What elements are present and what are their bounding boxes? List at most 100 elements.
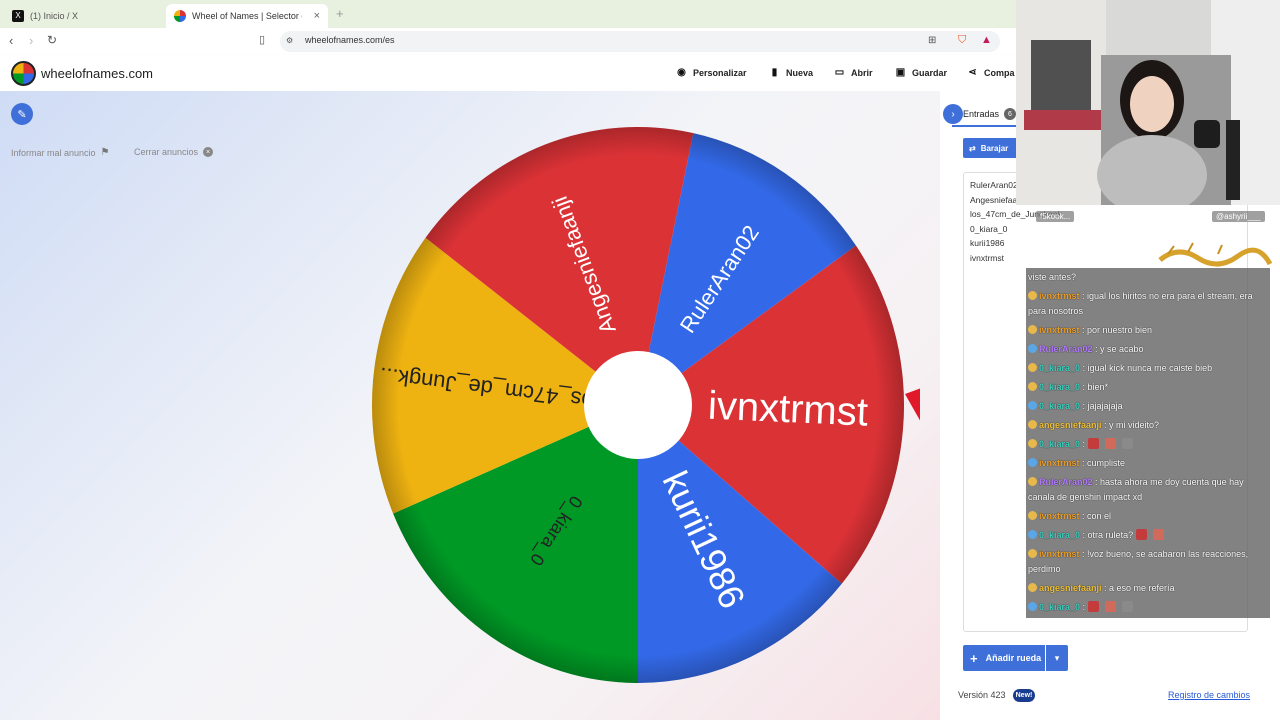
- flag-icon: ⚑: [100, 147, 110, 158]
- chat-emote-icon: [1153, 529, 1165, 540]
- site-info-icon[interactable]: ⚙: [286, 36, 293, 45]
- chat-text: :: [1080, 602, 1086, 612]
- customize-button[interactable]: ◉ Personalizar: [676, 67, 746, 78]
- collapse-panel-button[interactable]: ›: [943, 104, 963, 124]
- chevron-down-icon: ▾: [1054, 652, 1060, 663]
- add-wheel-button[interactable]: + Añadir rueda: [963, 645, 1045, 671]
- chat-emote-icon: [1088, 601, 1100, 612]
- back-icon[interactable]: ‹: [9, 33, 13, 48]
- shuffle-button[interactable]: ⇄ Barajar: [963, 138, 1017, 158]
- chat-text: : jajajajaja: [1080, 401, 1123, 411]
- brand-title[interactable]: wheelofnames.com: [41, 66, 153, 81]
- chat-username: RulerAran02: [1039, 344, 1093, 354]
- translate-icon[interactable]: ⊞: [928, 35, 936, 46]
- chat-badge-icon: [1028, 549, 1037, 558]
- entry-line: kurii1986: [970, 238, 1005, 248]
- x-logo-icon: X: [12, 10, 24, 22]
- brave-shield-icon[interactable]: ⛉: [958, 34, 966, 47]
- name-wheel[interactable]: ivnxtrmstkurii19860_kiara_0los_47cm_de_J…: [360, 118, 920, 693]
- close-tab-icon[interactable]: ×: [314, 10, 320, 22]
- chat-text: :: [1080, 439, 1086, 449]
- browser-tab-wheelofnames[interactable]: Wheel of Names | Selector de nombres ×: [166, 4, 328, 28]
- entry-line: ivnxtrmst: [970, 253, 1004, 263]
- share-icon: ⋖: [968, 67, 977, 78]
- chat-badge-icon: [1028, 602, 1037, 611]
- open-label: Abrir: [851, 67, 873, 78]
- save-button[interactable]: ▣ Guardar: [895, 67, 947, 78]
- chat-emote-icon: [1105, 438, 1117, 449]
- chat-username: angesniefaanji: [1039, 583, 1102, 593]
- chat-username: ivnxtrmst: [1039, 549, 1080, 559]
- chat-emote-icon: [1105, 601, 1117, 612]
- plus-icon: +: [970, 650, 978, 666]
- chat-badge-icon: [1028, 382, 1037, 391]
- chevron-right-icon: ›: [951, 108, 955, 120]
- chat-emote-icon: [1122, 601, 1134, 612]
- browser-tab-x[interactable]: X (1) Inicio / X: [4, 4, 164, 28]
- new-badge: New!: [1013, 689, 1035, 702]
- chat-badge-icon: [1028, 477, 1037, 486]
- chat-username: ivnxtrmst: [1039, 325, 1080, 335]
- save-label: Guardar: [912, 67, 948, 78]
- tab-underline: [952, 125, 1016, 127]
- reload-icon[interactable]: ↻: [47, 33, 57, 47]
- entry-line: RulerAran02: [970, 180, 1018, 190]
- add-wheel-label: Añadir rueda: [985, 653, 1042, 663]
- chat-text: : otra ruleta?: [1080, 530, 1134, 540]
- changelog-link[interactable]: Registro de cambios: [1168, 690, 1250, 700]
- chat-text: : a eso me refería: [1101, 583, 1175, 593]
- chat-username: angesniefaanji: [1039, 420, 1102, 430]
- logo-icon[interactable]: [11, 61, 36, 86]
- report-ad-link[interactable]: Informar mal anuncio ⚑: [11, 147, 110, 158]
- close-ads-link[interactable]: Cerrar anuncios ×: [134, 147, 214, 157]
- stream-overlay-label: f5kook...: [1036, 211, 1075, 222]
- forward-icon[interactable]: ›: [29, 33, 33, 48]
- chat-emote-icon: [1122, 438, 1134, 449]
- chat-emote-icon: [1088, 438, 1100, 449]
- chat-username: 0_kiara_0: [1039, 602, 1081, 612]
- chat-text: : por nuestro bien: [1079, 325, 1153, 335]
- chat-badge-icon: [1028, 325, 1037, 334]
- open-button[interactable]: ▭ Abrir: [834, 67, 873, 78]
- edit-pencil-button[interactable]: ✎: [11, 103, 33, 125]
- chat-badge-icon: [1028, 583, 1037, 592]
- entry-line: 0_kiara_0: [970, 224, 1008, 234]
- share-button[interactable]: ⋖ Compa: [967, 67, 1014, 78]
- chat-message: 0_kiara_0 : bien*: [1028, 380, 1268, 395]
- chat-text: : cumpliste: [1079, 458, 1126, 468]
- add-wheel-dropdown[interactable]: ▾: [1046, 645, 1068, 671]
- webcam-overlay: [1016, 0, 1280, 205]
- chat-username: 0_kiara_0: [1039, 439, 1081, 449]
- chat-message: 0_kiara_0 :: [1028, 600, 1268, 615]
- chat-badge-icon: [1028, 530, 1037, 539]
- chat-username: ivnxtrmst: [1039, 458, 1080, 468]
- wheel-segment-label: ivnxtrmst: [707, 384, 869, 435]
- chat-emote-icon: [1136, 529, 1148, 540]
- chat-badge-icon: [1028, 363, 1037, 372]
- tab-label: Wheel of Names | Selector de nombres: [192, 11, 302, 21]
- folder-icon: ▭: [834, 67, 845, 78]
- save-icon: ▣: [895, 67, 906, 78]
- chat-message: ivnxtrmst : igual los hiritos no era par…: [1028, 289, 1268, 319]
- wheel-center-hub[interactable]: [584, 351, 692, 459]
- new-button[interactable]: ▮ Nueva: [769, 67, 813, 78]
- rewards-icon[interactable]: ▲: [981, 34, 992, 46]
- chat-badge-icon: [1028, 344, 1037, 353]
- entries-count-badge: 6: [1004, 108, 1016, 120]
- chat-badge-icon: [1028, 420, 1037, 429]
- file-icon: ▮: [771, 67, 778, 78]
- wheel-favicon-icon: [174, 10, 186, 22]
- chat-message: 0_kiara_0 : jajajajaja: [1028, 399, 1268, 414]
- new-tab-icon[interactable]: +: [336, 6, 344, 21]
- chat-message: RulerAran02 : y se acabo: [1028, 342, 1268, 357]
- chat-badge-icon: [1028, 458, 1037, 467]
- bookmark-icon[interactable]: ▯: [259, 33, 265, 46]
- shuffle-icon: ⇄: [969, 143, 976, 153]
- new-label: Nueva: [786, 67, 814, 78]
- tab-label: (1) Inicio / X: [30, 11, 79, 21]
- tab-entries[interactable]: Entradas: [963, 109, 999, 119]
- chat-message: 0_kiara_0 : igual kick nunca me caiste b…: [1028, 361, 1268, 376]
- chat-message: angesniefaanji : a eso me refería: [1028, 581, 1268, 596]
- chat-username: RulerAran02: [1039, 477, 1093, 487]
- chat-badge-icon: [1028, 439, 1037, 448]
